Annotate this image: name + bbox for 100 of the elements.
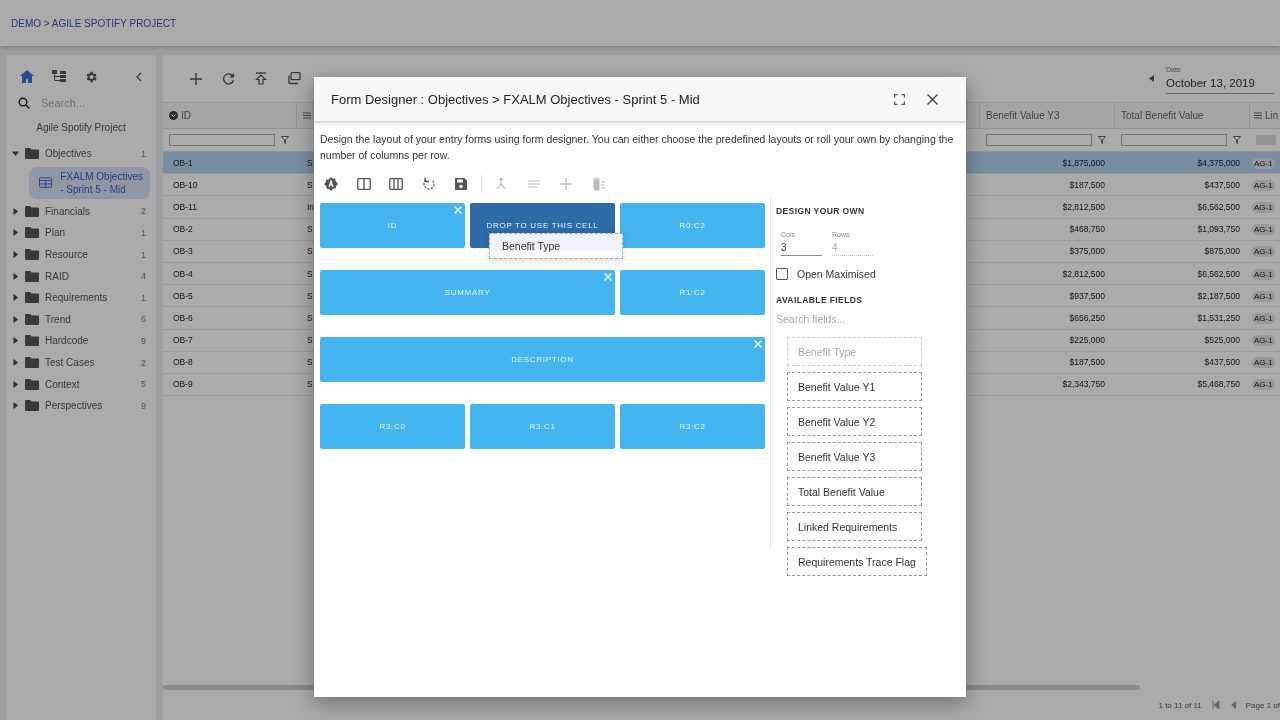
table-cell-text: $375,000 xyxy=(1068,246,1106,257)
caret-icon[interactable] xyxy=(12,229,19,237)
tree-item[interactable]: Hardcode 9 xyxy=(6,330,156,352)
column-header[interactable]: Benefit Value Y3 xyxy=(980,103,1115,128)
column-header[interactable]: Total Benefit Value xyxy=(1115,103,1250,128)
folder-icon xyxy=(25,378,39,390)
hierarchy-icon[interactable] xyxy=(52,70,66,83)
table-cell-text: $1,093,750 xyxy=(1196,224,1241,235)
folder-icon xyxy=(25,335,39,347)
reset-icon[interactable] xyxy=(421,177,436,191)
table-cell-text: In xyxy=(306,201,315,212)
collapse-icon[interactable] xyxy=(136,71,142,82)
home-icon[interactable] xyxy=(20,70,34,83)
section-heading: DESIGN YOUR OWN xyxy=(776,206,866,216)
field-value: October 13, 2019 xyxy=(1166,76,1256,89)
field-chip[interactable]: Requirements Trace Flag xyxy=(787,547,927,576)
field-chip[interactable]: Linked Requirements xyxy=(787,512,922,541)
field-chip[interactable]: Total Benefit Value xyxy=(787,477,922,506)
project-name: Agile Spotify Project xyxy=(35,121,127,135)
tree-item[interactable]: Financials 2 xyxy=(6,200,156,223)
table-cell-text: $2,343,750 xyxy=(1061,379,1106,390)
folder-icon xyxy=(25,205,39,217)
tag: AG-1 xyxy=(1252,179,1275,191)
caret-icon[interactable] xyxy=(12,207,19,215)
caret-icon[interactable] xyxy=(12,315,19,323)
three-columns-icon[interactable] xyxy=(389,177,403,191)
filter-field[interactable] xyxy=(986,134,1092,146)
tree-item[interactable]: Perspectives 9 xyxy=(6,394,156,417)
table-cell-text: S xyxy=(306,224,313,235)
tree-item[interactable]: Plan 1 xyxy=(6,222,156,244)
maximize-icon[interactable] xyxy=(894,93,905,105)
tag: AG-1 xyxy=(1252,246,1275,258)
tree-item[interactable]: Trend 6 xyxy=(6,308,156,331)
list-icon xyxy=(303,112,311,119)
field-chip[interactable]: Benefit Value Y3 xyxy=(787,442,922,471)
dragged-field[interactable]: Benefit Type xyxy=(489,233,623,259)
field-chip[interactable]: Benefit Value Y1 xyxy=(787,372,922,401)
caret-icon[interactable] xyxy=(12,337,19,345)
column-header[interactable]: ID xyxy=(163,103,297,128)
table-cell-text: $2,812,500 xyxy=(1061,268,1106,279)
caret-icon[interactable] xyxy=(12,402,19,410)
folder-icon xyxy=(25,270,39,282)
list-icon xyxy=(1254,112,1262,119)
caret-icon[interactable] xyxy=(12,294,19,302)
table-cell-text: $6,562,500 xyxy=(1196,268,1241,279)
folder-icon xyxy=(25,357,39,369)
caret-icon[interactable] xyxy=(12,272,19,280)
filter-icon[interactable] xyxy=(281,136,289,144)
tag: AG-1 xyxy=(1252,201,1275,213)
filter-icon[interactable] xyxy=(1098,136,1106,144)
table-cell-text: $525,000 xyxy=(1203,335,1241,346)
caret-icon[interactable] xyxy=(12,150,19,158)
search-field[interactable]: Search... xyxy=(39,96,133,110)
two-columns-icon[interactable] xyxy=(356,177,371,191)
tag: AG-1 xyxy=(1252,268,1275,280)
tree-item[interactable]: Requirements 1 xyxy=(6,286,156,309)
filter-icon[interactable] xyxy=(1233,136,1241,144)
upload-icon[interactable] xyxy=(255,72,267,85)
table-cell-text: S xyxy=(306,268,313,279)
tree-item[interactable]: Resource 1 xyxy=(6,243,156,266)
table-cell-text: S xyxy=(306,179,313,190)
tree-item[interactable]: Context 5 xyxy=(6,373,156,395)
table-cell-text: $187,500 xyxy=(1068,179,1106,190)
save-icon[interactable] xyxy=(454,177,468,191)
sort-icon[interactable] xyxy=(169,111,178,120)
caret-icon[interactable] xyxy=(12,380,19,388)
first-page-icon[interactable] xyxy=(1211,701,1220,709)
filter-field[interactable] xyxy=(1121,134,1227,146)
table-cell-text: OB-8 xyxy=(172,357,193,368)
table-cell-text: S xyxy=(306,290,313,301)
table-cell-text: OB-11 xyxy=(172,201,197,212)
tree-item[interactable]: RAID 4 xyxy=(6,265,156,287)
tree-item[interactable]: FXALM Objectives - Sprint 5 - Mid xyxy=(29,166,150,199)
row-count: 1 to 11 of 11 xyxy=(1158,700,1202,710)
previous-page-icon[interactable] xyxy=(1229,701,1236,709)
table-icon xyxy=(39,177,53,189)
table-cell-text: S xyxy=(306,379,313,390)
refresh-icon[interactable] xyxy=(222,72,235,85)
table-cell-text: OB-10 xyxy=(172,179,198,190)
copy-icon[interactable] xyxy=(287,72,301,85)
field-chip[interactable]: Benefit Value Y2 xyxy=(787,407,922,436)
tree-item[interactable]: Test Cases 2 xyxy=(6,351,156,374)
column-header[interactable]: Lin xyxy=(1250,103,1280,128)
add-icon[interactable] xyxy=(190,72,202,85)
close-icon[interactable] xyxy=(927,93,938,105)
caret-icon[interactable] xyxy=(12,251,19,259)
auto-layout-icon[interactable] xyxy=(324,177,338,191)
checkbox[interactable] xyxy=(776,268,788,280)
caret-icon[interactable] xyxy=(1149,75,1154,82)
caret-icon[interactable] xyxy=(12,359,19,367)
breadcrumb[interactable]: DEMO > AGILE SPOTIFY PROJECT xyxy=(11,17,177,29)
filter-field[interactable] xyxy=(169,134,275,146)
settings-icon[interactable] xyxy=(84,69,98,84)
table-cell-text: $875,000 xyxy=(1203,246,1241,257)
tag: AG-1 xyxy=(1252,312,1275,324)
tree-item[interactable]: Objectives 1 xyxy=(6,143,156,165)
tag: AG-1 xyxy=(1252,224,1275,236)
table-cell-text: $1,531,250 xyxy=(1196,312,1241,323)
table-cell-text: $5,468,750 xyxy=(1196,379,1241,390)
table-cell-text: S xyxy=(306,357,313,368)
